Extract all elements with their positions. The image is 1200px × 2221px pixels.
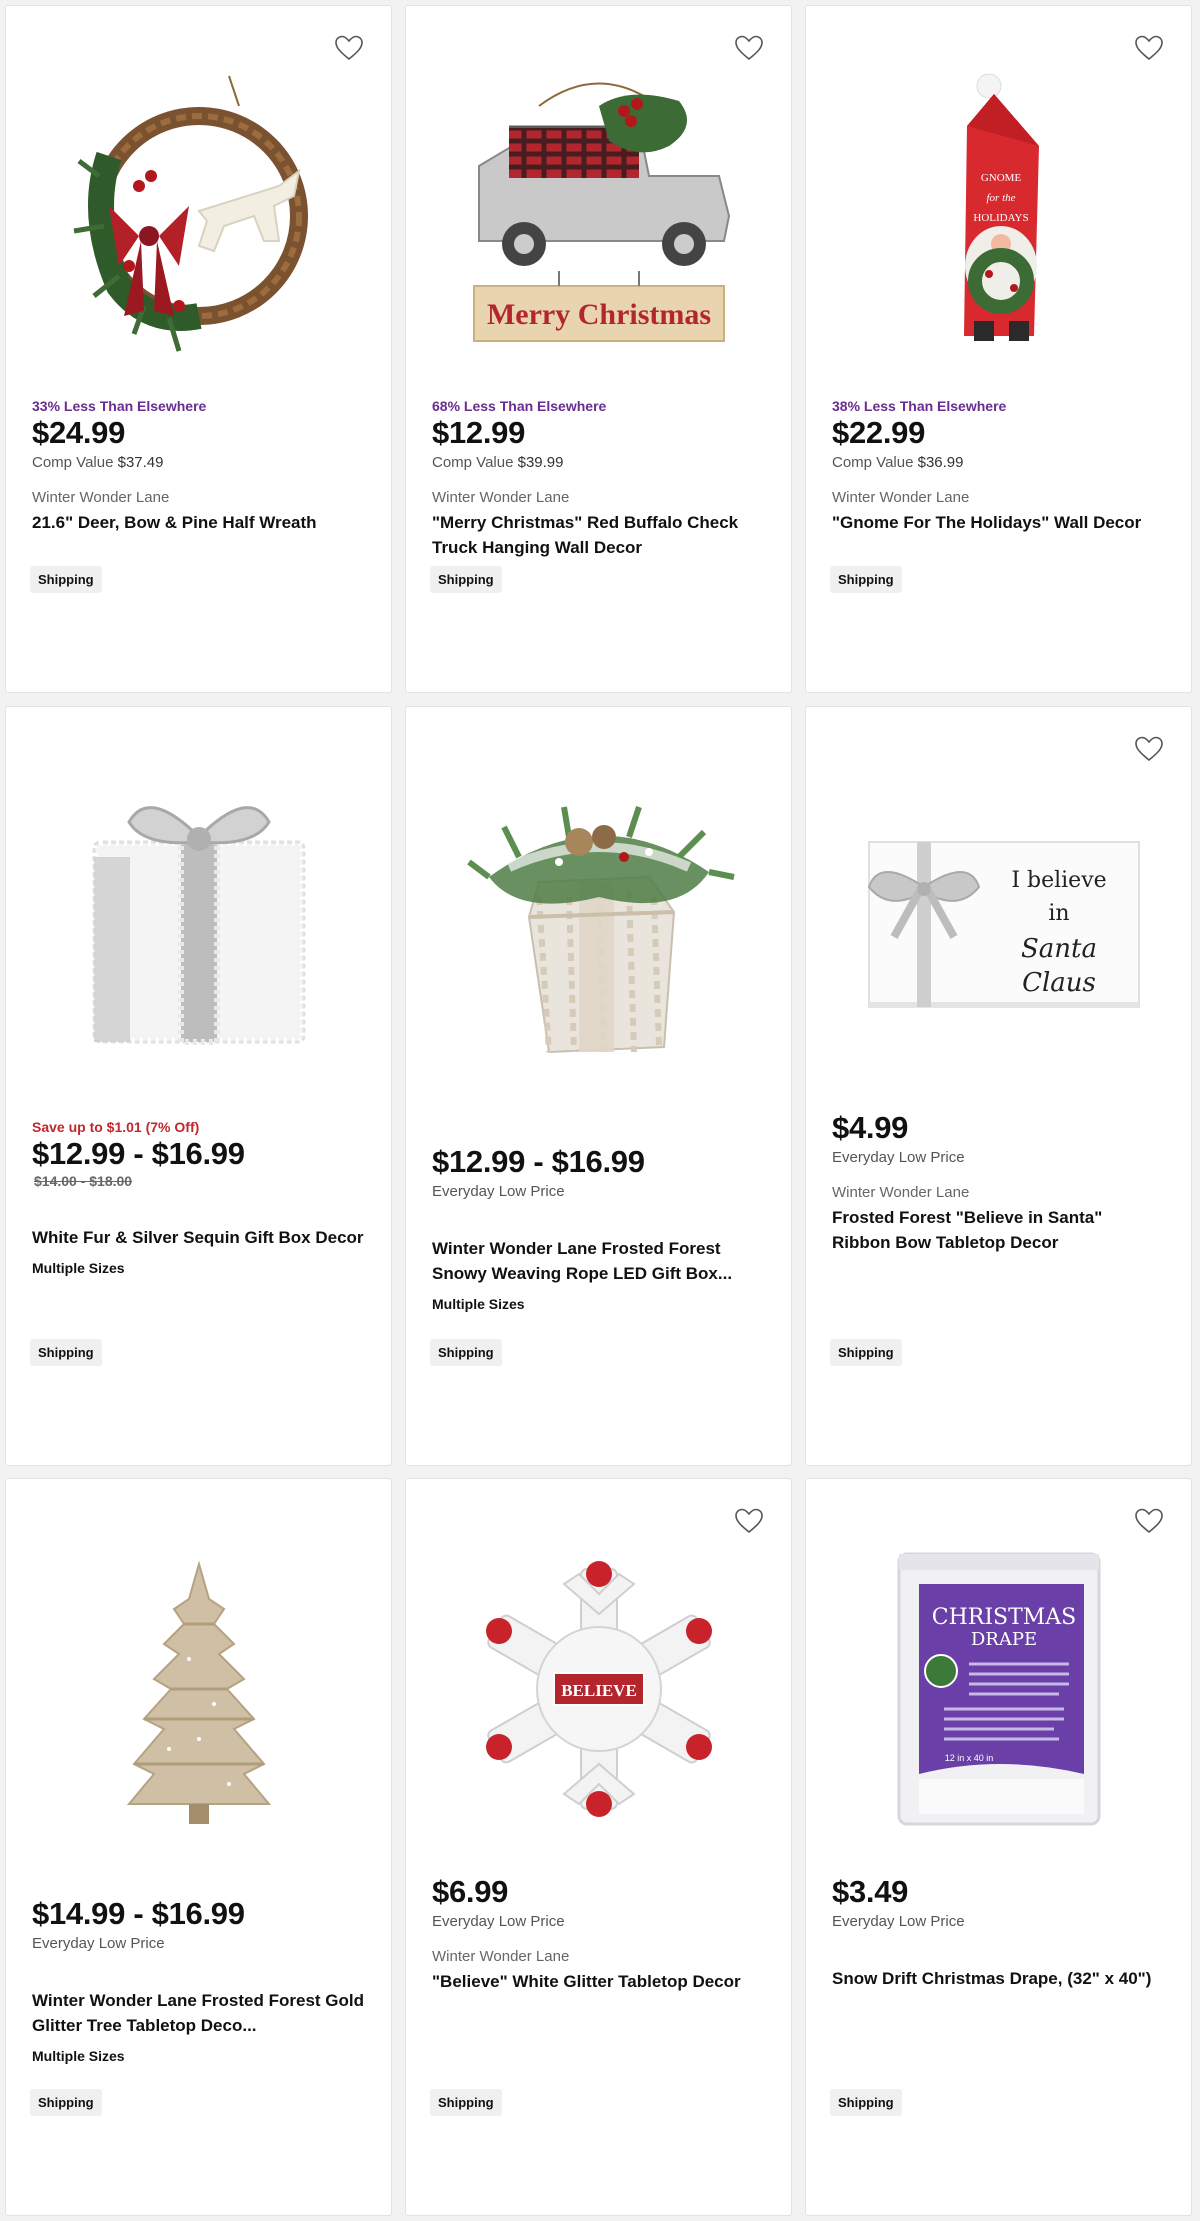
gift-box-image[interactable] bbox=[44, 767, 354, 1067]
heart-icon[interactable] bbox=[333, 32, 365, 64]
brand: Winter Wonder Lane bbox=[32, 489, 170, 506]
price: $6.99 bbox=[432, 1874, 509, 1909]
shipping-badge[interactable]: Shipping bbox=[30, 2089, 102, 2116]
product-title[interactable]: "Believe" White Glitter Tabletop Decor bbox=[432, 1969, 765, 1994]
believe-sign-image[interactable]: I believe in Santa Claus bbox=[844, 767, 1154, 1067]
brand: Winter Wonder Lane bbox=[832, 489, 970, 506]
heart-icon[interactable] bbox=[1133, 32, 1165, 64]
price-note: Everyday Low Price bbox=[432, 1183, 565, 1200]
product-title[interactable]: Winter Wonder Lane Frosted Forest Snowy … bbox=[432, 1236, 765, 1286]
was-price: $14.00 - $18.00 bbox=[34, 1173, 133, 1189]
sign-line-2: in bbox=[1048, 901, 1069, 926]
product-card[interactable]: Save up to $1.01 (7% Off) $12.99 - $16.9… bbox=[5, 706, 392, 1466]
package-size-text: 12 in x 40 in bbox=[944, 1753, 993, 1763]
snowflake-text: BELIEVE bbox=[561, 1681, 637, 1700]
product-card[interactable]: Merry Christmas 68% Less Than Elsewhere … bbox=[405, 5, 792, 693]
svg-text:HOLIDAYS: HOLIDAYS bbox=[973, 212, 1028, 224]
comp-value: Comp Value $36.99 bbox=[832, 454, 964, 471]
product-title[interactable]: "Gnome For The Holidays" Wall Decor bbox=[832, 510, 1165, 535]
package-text-2: DRAPE bbox=[970, 1629, 1036, 1650]
deal-label: 68% Less Than Elsewhere bbox=[432, 398, 607, 414]
deal-label: 38% Less Than Elsewhere bbox=[832, 398, 1007, 414]
shipping-badge[interactable]: Shipping bbox=[30, 566, 102, 593]
price: $24.99 bbox=[32, 415, 126, 450]
price-note: Everyday Low Price bbox=[32, 1935, 165, 1952]
product-card[interactable]: BELIEVE $6.99 Everyday Low Price Winter … bbox=[405, 1478, 792, 2216]
heart-icon[interactable] bbox=[1133, 733, 1165, 765]
price: $14.99 - $16.99 bbox=[32, 1896, 245, 1931]
price: $3.49 bbox=[832, 1874, 909, 1909]
product-card[interactable]: GNOME for the HOLIDAYS 38% Less Than Els… bbox=[805, 5, 1192, 693]
product-title[interactable]: 21.6" Deer, Bow & Pine Half Wreath bbox=[32, 510, 365, 535]
shipping-badge[interactable]: Shipping bbox=[430, 566, 502, 593]
price-note: Everyday Low Price bbox=[832, 1913, 965, 1930]
heart-icon[interactable] bbox=[1133, 1505, 1165, 1537]
package-text-1: CHRISTMAS bbox=[931, 1605, 1076, 1630]
truck-sign-image[interactable]: Merry Christmas bbox=[444, 66, 754, 366]
price: $4.99 bbox=[832, 1110, 909, 1145]
multiple-sizes-label: Multiple Sizes bbox=[32, 2048, 125, 2064]
product-title[interactable]: Frosted Forest "Believe in Santa" Ribbon… bbox=[832, 1205, 1165, 1255]
wreath-image[interactable] bbox=[44, 66, 354, 366]
price: $12.99 - $16.99 bbox=[32, 1136, 245, 1171]
shipping-badge[interactable]: Shipping bbox=[430, 1339, 502, 1366]
product-title[interactable]: "Merry Christmas" Red Buffalo Check Truc… bbox=[432, 510, 765, 560]
heart-icon[interactable] bbox=[733, 1505, 765, 1537]
product-title[interactable]: White Fur & Silver Sequin Gift Box Decor bbox=[32, 1225, 365, 1250]
svg-text:for the: for the bbox=[986, 192, 1015, 204]
gnome-image[interactable]: GNOME for the HOLIDAYS bbox=[844, 66, 1154, 366]
comp-value: Comp Value $37.49 bbox=[32, 454, 164, 471]
brand: Winter Wonder Lane bbox=[832, 1184, 970, 1201]
product-card[interactable]: I believe in Santa Claus $4.99 Everyday … bbox=[805, 706, 1192, 1466]
snowflake-image[interactable]: BELIEVE bbox=[444, 1539, 754, 1839]
price-note: Everyday Low Price bbox=[832, 1149, 965, 1166]
shipping-badge[interactable]: Shipping bbox=[30, 1339, 102, 1366]
product-card[interactable]: $14.99 - $16.99 Everyday Low Price Winte… bbox=[5, 1478, 392, 2216]
product-title[interactable]: Snow Drift Christmas Drape, (32" x 40") bbox=[832, 1966, 1165, 1991]
brand: Winter Wonder Lane bbox=[432, 489, 570, 506]
glitter-tree-image[interactable] bbox=[44, 1539, 354, 1839]
price-note: Everyday Low Price bbox=[432, 1913, 565, 1930]
shipping-badge[interactable]: Shipping bbox=[830, 2089, 902, 2116]
shipping-badge[interactable]: Shipping bbox=[830, 566, 902, 593]
multiple-sizes-label: Multiple Sizes bbox=[32, 1260, 125, 1276]
sign-line-4: Claus bbox=[1022, 968, 1096, 998]
deal-label: 33% Less Than Elsewhere bbox=[32, 398, 207, 414]
sign-line-1: I believe bbox=[1011, 868, 1106, 893]
product-card[interactable]: 33% Less Than Elsewhere $24.99 Comp Valu… bbox=[5, 5, 392, 693]
sign-text: Merry Christmas bbox=[486, 298, 710, 331]
sale-label: Save up to $1.01 (7% Off) bbox=[32, 1119, 200, 1135]
heart-icon[interactable] bbox=[733, 32, 765, 64]
price: $12.99 bbox=[432, 415, 526, 450]
rope-gift-box-image[interactable] bbox=[444, 767, 754, 1067]
drape-package-image[interactable]: CHRISTMAS DRAPE 12 in x 40 in bbox=[844, 1539, 1154, 1839]
multiple-sizes-label: Multiple Sizes bbox=[432, 1296, 525, 1312]
brand: Winter Wonder Lane bbox=[432, 1948, 570, 1965]
product-title[interactable]: Winter Wonder Lane Frosted Forest Gold G… bbox=[32, 1988, 365, 2038]
price: $22.99 bbox=[832, 415, 926, 450]
sign-line-3: Santa bbox=[1020, 934, 1096, 964]
shipping-badge[interactable]: Shipping bbox=[430, 2089, 502, 2116]
product-card[interactable]: CHRISTMAS DRAPE 12 in x 40 in $3.49 Ever… bbox=[805, 1478, 1192, 2216]
shipping-badge[interactable]: Shipping bbox=[830, 1339, 902, 1366]
svg-text:GNOME: GNOME bbox=[980, 172, 1021, 184]
product-card[interactable]: $12.99 - $16.99 Everyday Low Price Winte… bbox=[405, 706, 792, 1466]
price: $12.99 - $16.99 bbox=[432, 1144, 645, 1179]
comp-value: Comp Value $39.99 bbox=[432, 454, 564, 471]
